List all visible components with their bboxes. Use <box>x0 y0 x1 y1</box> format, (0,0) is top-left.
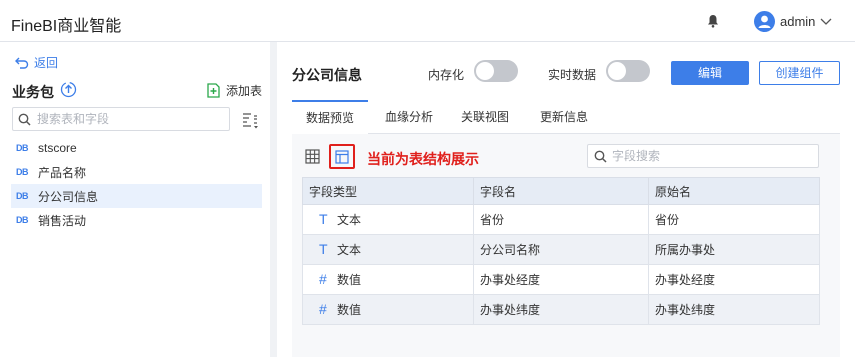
table-list-item[interactable]: DB 销售活动 <box>11 208 262 232</box>
table-structure-icon <box>335 150 349 164</box>
tab-update-info[interactable]: 更新信息 <box>529 100 599 134</box>
table-row: T 文本 分公司名称 所属办事处 <box>302 234 820 265</box>
edit-button[interactable]: 编辑 <box>671 61 749 85</box>
original-name-cell: 办事处经度 <box>648 264 820 295</box>
structure-annotation: 当前为表结构展示 <box>367 151 479 167</box>
structure-view-button[interactable] <box>329 144 355 169</box>
grid-view-icon[interactable] <box>305 149 320 164</box>
field-type-cell: T 文本 <box>302 234 474 265</box>
table-row: # 数值 办事处经度 办事处经度 <box>302 264 820 295</box>
table-name: 产品名称 <box>38 165 87 180</box>
back-label: 返回 <box>34 56 59 70</box>
memory-toggle[interactable] <box>474 60 518 82</box>
text-type-icon: T <box>319 211 328 227</box>
field-type-cell: # 数值 <box>302 264 474 295</box>
add-table-icon <box>207 83 220 98</box>
number-type-icon: # <box>319 301 327 317</box>
table-search-box <box>12 107 230 131</box>
package-title: 业务包 <box>12 84 54 100</box>
add-table-button[interactable]: 添加表 <box>206 82 262 99</box>
app-title: FineBI商业智能 <box>11 18 122 35</box>
field-name-cell: 省份 <box>473 204 649 235</box>
database-icon: DB <box>16 167 29 177</box>
original-name-cell: 省份 <box>648 204 820 235</box>
create-component-button[interactable]: 创建组件 <box>759 61 840 85</box>
realtime-toggle[interactable] <box>606 60 650 82</box>
field-type-label: 文本 <box>337 243 362 257</box>
realtime-toggle-label: 实时数据 <box>548 68 597 82</box>
field-type-cell: T 文本 <box>302 204 474 235</box>
column-header-field-type: 字段类型 <box>302 177 474 205</box>
username[interactable]: admin <box>780 14 815 29</box>
field-search-box <box>587 144 819 168</box>
field-type-cell: # 数值 <box>302 294 474 325</box>
table-header-row: 字段类型 字段名 原始名 <box>302 177 820 205</box>
table-list-item[interactable]: DB stscore <box>11 136 262 160</box>
tab-data-preview[interactable]: 数据预览 <box>292 100 368 134</box>
tab-bar: 数据预览 血缘分析 关联视图 更新信息 <box>292 100 840 134</box>
text-type-icon: T <box>319 241 328 257</box>
table-name: 分公司信息 <box>38 189 99 204</box>
sidebar: 返回 业务包 添加表 DB stscore DB 产品名称 D <box>0 42 270 357</box>
search-icon <box>594 150 607 163</box>
bell-icon[interactable] <box>705 13 721 29</box>
column-header-original-name: 原始名 <box>648 177 820 205</box>
original-name-cell: 办事处纬度 <box>648 294 820 325</box>
tab-lineage[interactable]: 血缘分析 <box>374 100 444 134</box>
memory-toggle-label: 内存化 <box>428 68 465 82</box>
table-row: T 文本 省份 省份 <box>302 204 820 235</box>
field-search-input[interactable] <box>612 147 812 165</box>
data-preview-panel: 当前为表结构展示 字段类型 字段名 原始名 T 文本 省份 省份 <box>292 134 840 357</box>
field-type-label: 文本 <box>337 213 362 227</box>
main-panel: 分公司信息 内存化 实时数据 编辑 创建组件 数据预览 血缘分析 关联视图 更新… <box>277 42 855 357</box>
add-table-label: 添加表 <box>226 84 263 98</box>
back-link[interactable]: 返回 <box>15 54 58 71</box>
user-icon <box>758 15 771 28</box>
top-bar: FineBI商业智能 admin <box>0 0 855 42</box>
field-type-label: 数值 <box>337 273 362 287</box>
database-icon: DB <box>16 143 29 153</box>
avatar[interactable] <box>754 11 775 32</box>
table-list: DB stscore DB 产品名称 DB 分公司信息 DB 销售活动 <box>11 136 262 232</box>
original-name-cell: 所属办事处 <box>648 234 820 265</box>
back-arrow-icon <box>15 57 29 69</box>
field-name-cell: 分公司名称 <box>473 234 649 265</box>
database-icon: DB <box>16 215 29 225</box>
table-list-item[interactable]: DB 产品名称 <box>11 160 262 184</box>
field-name-cell: 办事处纬度 <box>473 294 649 325</box>
page-title: 分公司信息 <box>292 67 362 83</box>
table-name: 销售活动 <box>38 213 87 228</box>
search-icon <box>18 113 31 126</box>
upload-circle-icon[interactable] <box>60 81 77 98</box>
tab-relation-view[interactable]: 关联视图 <box>450 100 520 134</box>
field-name-cell: 办事处经度 <box>473 264 649 295</box>
table-search-input[interactable] <box>37 110 225 128</box>
table-name: stscore <box>38 141 77 155</box>
field-type-label: 数值 <box>337 303 362 317</box>
table-row: # 数值 办事处纬度 办事处纬度 <box>302 294 820 325</box>
chevron-down-icon[interactable] <box>819 14 833 28</box>
number-type-icon: # <box>319 271 327 287</box>
table-list-item-selected[interactable]: DB 分公司信息 <box>11 184 262 208</box>
column-header-field-name: 字段名 <box>473 177 649 205</box>
field-structure-table: 字段类型 字段名 原始名 T 文本 省份 省份 T 文本 分公司名称 所属办事处 #… <box>302 177 820 325</box>
sort-icon[interactable] <box>240 110 260 130</box>
database-icon: DB <box>16 191 29 201</box>
